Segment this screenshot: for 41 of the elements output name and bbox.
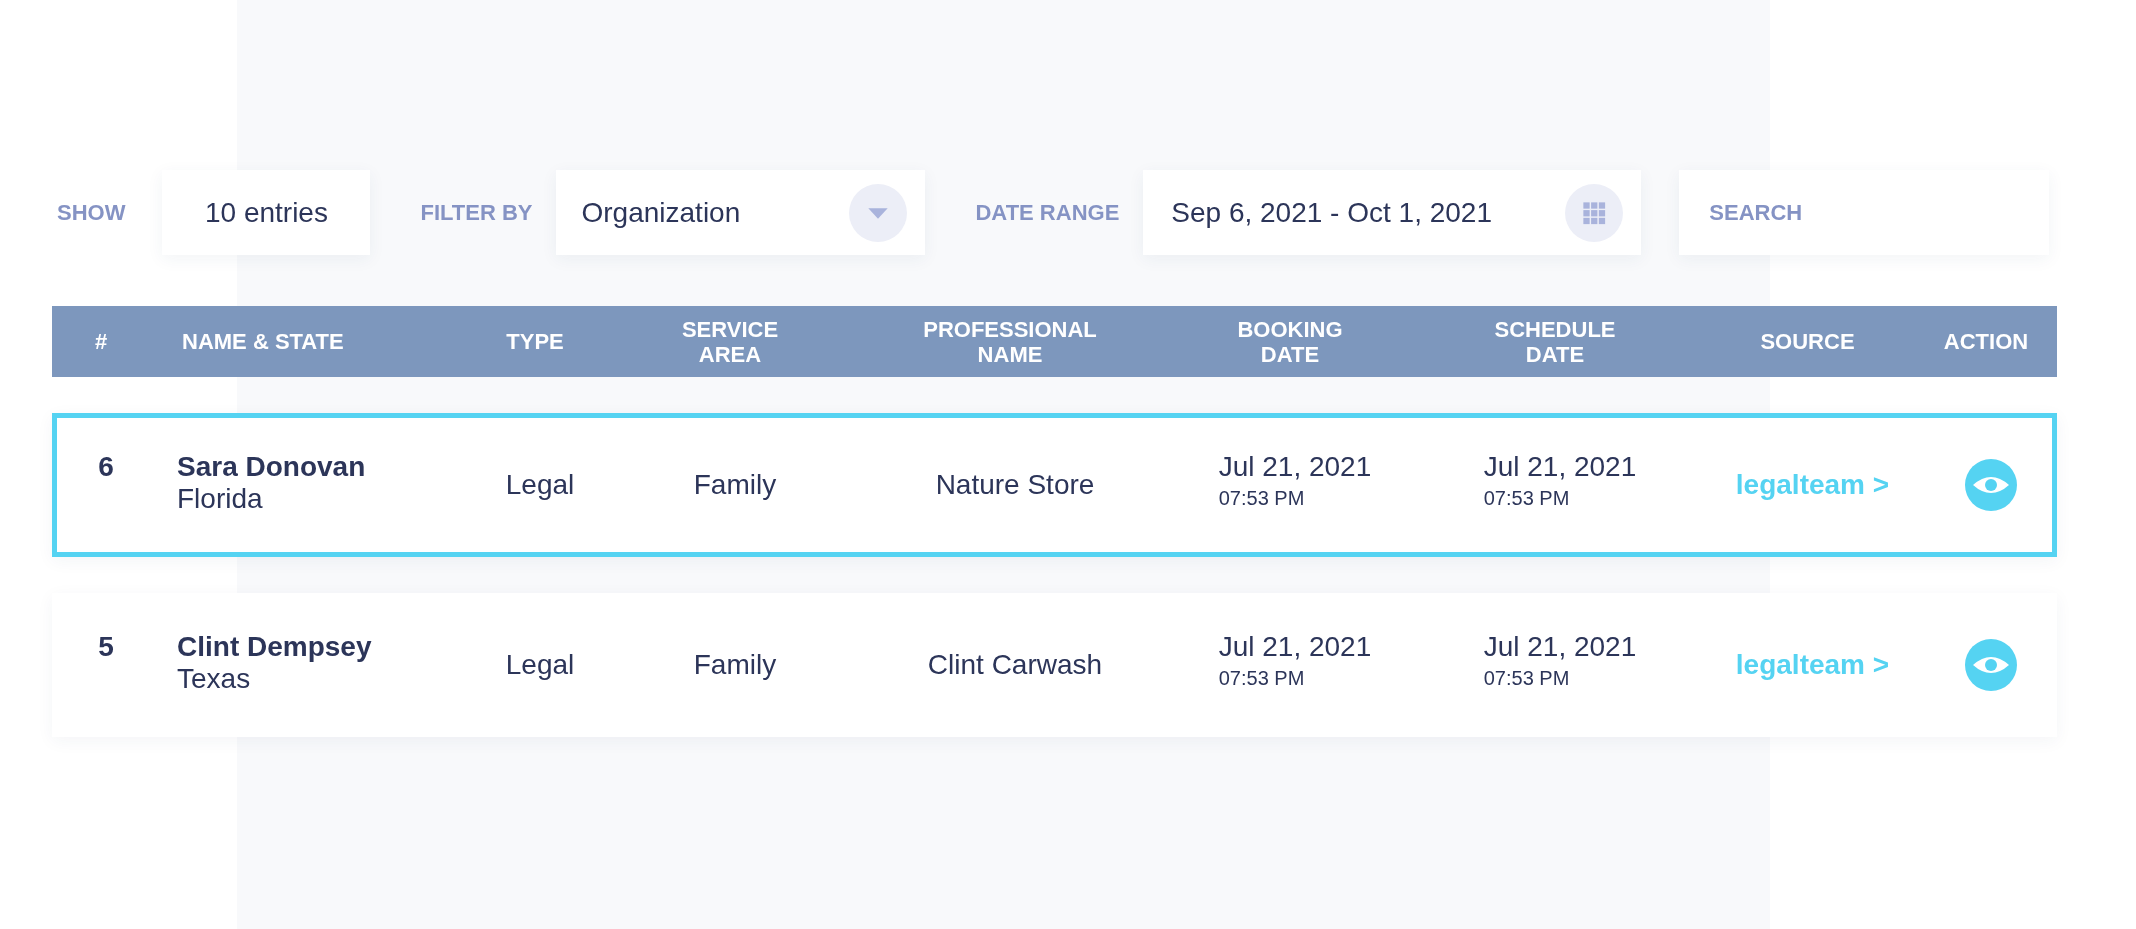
schedule-date: Jul 21, 2021	[1483, 631, 1637, 663]
view-eye-icon[interactable]	[1965, 459, 2017, 511]
column-header: PROFESSIONAL NAME	[922, 316, 1098, 367]
professional-name-cell: Nature Store	[935, 469, 1095, 501]
date-range-label: DATE RANGE	[975, 199, 1120, 226]
column-header: BOOKING DATE	[1236, 316, 1344, 367]
calendar-grid-icon[interactable]	[1565, 183, 1624, 242]
schedule-date: Jul 21, 2021	[1483, 451, 1637, 483]
dropdown-caret-icon[interactable]	[849, 183, 908, 242]
view-eye-icon[interactable]	[1965, 639, 2017, 691]
booking-time: 07:53 PM	[1218, 486, 1306, 511]
column-header: #	[93, 329, 109, 354]
person-name: Sara Donovan	[177, 451, 366, 483]
schedule-time: 07:53 PM	[1483, 666, 1571, 691]
person-state: Florida	[177, 483, 264, 515]
type-cell: Legal	[505, 469, 575, 501]
table-row[interactable]: 6 Sara Donovan Florida Legal Family Nature Store Jul 21, 2021 07:53 PM Jul 21, 2021 07:53 PM legalteam >	[52, 413, 2057, 557]
column-header: TYPE	[505, 329, 565, 354]
booking-date: Jul 21, 2021	[1218, 631, 1372, 663]
search-field[interactable]: SEARCH	[1679, 170, 2050, 255]
row-number: 5	[98, 631, 114, 663]
organization-dropdown[interactable]: Organization	[556, 170, 926, 255]
person-name: Clint Dempsey	[177, 631, 372, 663]
service-area-cell: Family	[693, 469, 777, 501]
column-header: SCHEDULE DATE	[1493, 316, 1617, 367]
column-header: SERVICE AREA	[680, 316, 780, 367]
person-state: Texas	[177, 663, 252, 695]
row-number: 6	[98, 451, 114, 483]
column-header: SOURCE	[1759, 329, 1856, 354]
show-label: SHOW	[57, 199, 126, 226]
entries-select[interactable]: 10 entries	[162, 170, 371, 255]
filter-by-label: FILTER BY	[420, 199, 533, 226]
type-cell: Legal	[505, 649, 575, 681]
date-range-field[interactable]: Sep 6, 2021 - Oct 1, 2021	[1143, 170, 1642, 255]
service-area-cell: Family	[693, 649, 777, 681]
professional-name-cell: Clint Carwash	[927, 649, 1103, 681]
booking-time: 07:53 PM	[1218, 666, 1306, 691]
column-header: NAME & STATE	[181, 329, 345, 354]
column-header: ACTION	[1942, 329, 2030, 354]
schedule-time: 07:53 PM	[1483, 486, 1571, 511]
booking-date: Jul 21, 2021	[1218, 451, 1372, 483]
